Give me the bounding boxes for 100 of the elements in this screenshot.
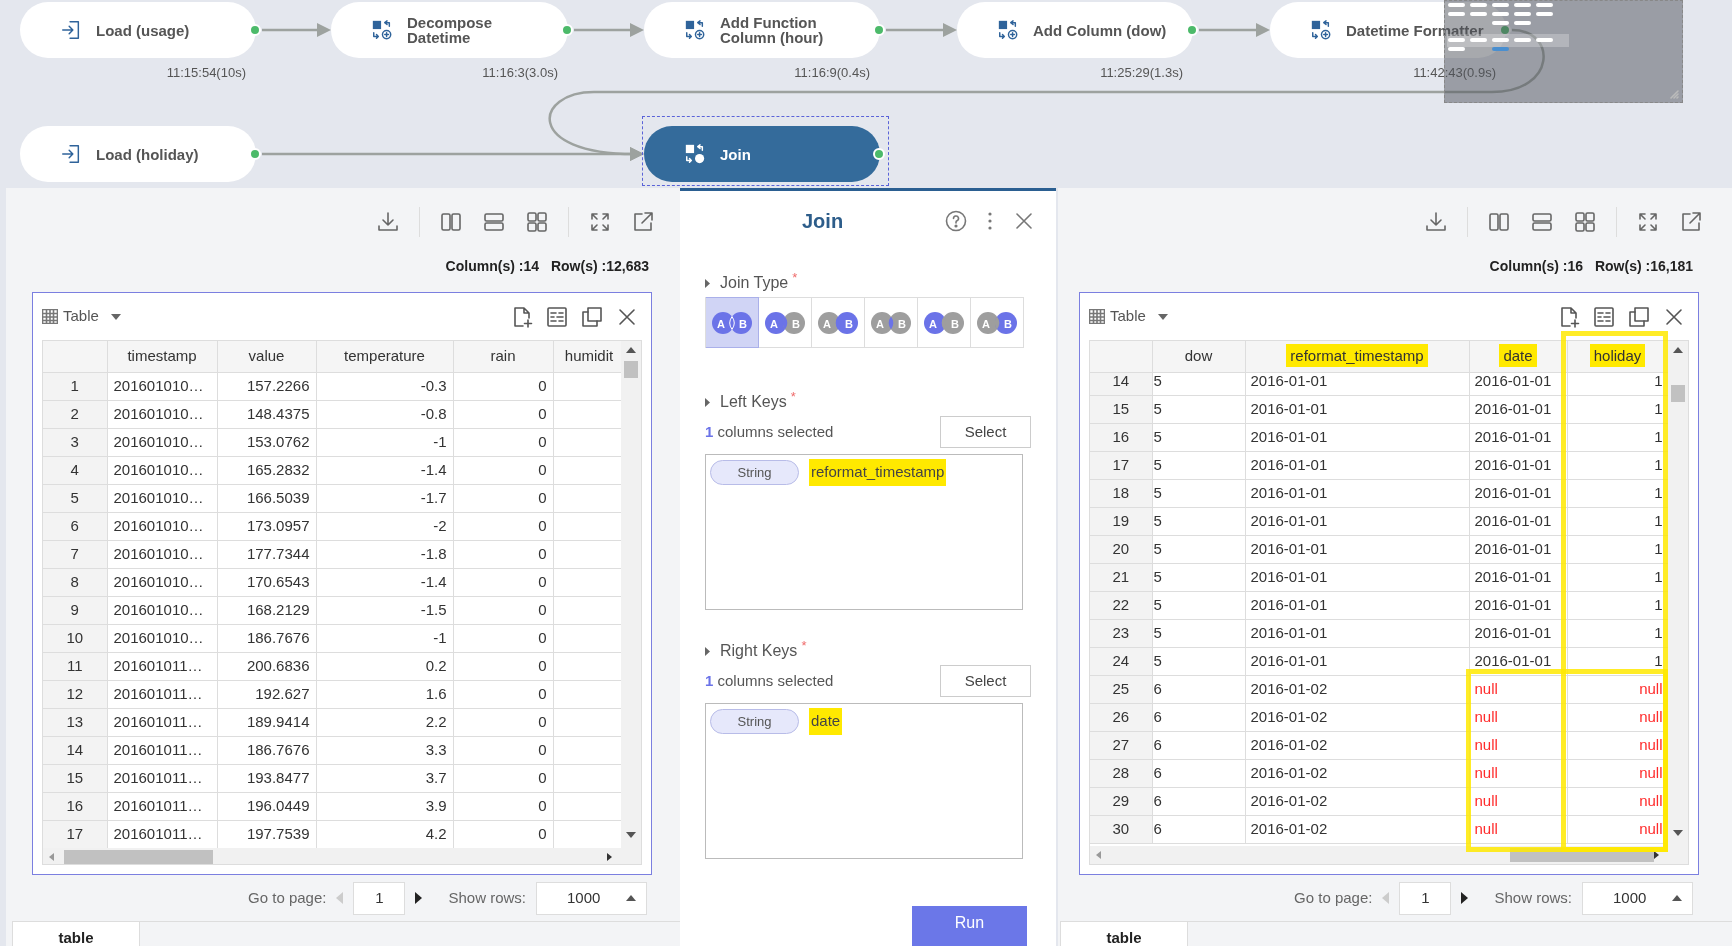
table-cell: 201601011… bbox=[113, 712, 203, 730]
table-cell: 192.627 bbox=[255, 684, 310, 702]
column-count: Column(s) :14 bbox=[445, 257, 539, 276]
row-number: 14 bbox=[66, 740, 84, 758]
table-cell: 2016-01-01 bbox=[1474, 596, 1552, 614]
run-button[interactable]: Run bbox=[912, 906, 1027, 946]
table-cell: 2016-01-01 bbox=[1250, 596, 1328, 614]
grid-layout-icon[interactable] bbox=[1573, 210, 1597, 234]
expand-caret-icon[interactable] bbox=[705, 397, 710, 407]
page-field[interactable]: 1 bbox=[353, 881, 406, 915]
join-type-option[interactable]: A B bbox=[918, 297, 971, 349]
column-header[interactable]: timestamp bbox=[127, 347, 197, 364]
row-number: 23 bbox=[1112, 624, 1130, 642]
view-selector[interactable]: Table bbox=[1110, 305, 1168, 328]
row-number: 27 bbox=[1112, 736, 1130, 754]
next-page-icon[interactable] bbox=[415, 892, 423, 904]
table-cell: null bbox=[1474, 792, 1498, 810]
row-number: 15 bbox=[66, 768, 84, 786]
table-cell: 2016-01-01 bbox=[1474, 400, 1552, 418]
transform-icon bbox=[1310, 19, 1332, 41]
popout-icon[interactable] bbox=[1679, 210, 1703, 234]
type-chip: String bbox=[710, 708, 799, 734]
split-columns-icon[interactable] bbox=[439, 210, 463, 234]
join-type-option[interactable]: A B bbox=[971, 297, 1024, 349]
help-icon[interactable] bbox=[944, 209, 968, 234]
row-number: 9 bbox=[70, 600, 79, 618]
expand-icon[interactable] bbox=[1636, 210, 1660, 234]
table-cell: 148.4375 bbox=[246, 404, 310, 422]
table-cell: 4.2 bbox=[425, 824, 447, 842]
run-time: 11:16:9(0.4s) bbox=[794, 65, 870, 80]
join-type-option[interactable]: A B bbox=[706, 297, 759, 349]
table-cell: 201601011… bbox=[113, 768, 203, 786]
join-type-option[interactable]: A B bbox=[812, 297, 865, 349]
column-header[interactable]: date bbox=[1499, 344, 1537, 367]
rows-select[interactable]: 1000 bbox=[536, 881, 647, 915]
table-cell: 0 bbox=[538, 488, 547, 506]
select-button[interactable]: Select bbox=[940, 416, 1031, 449]
table-cell: 201601010… bbox=[113, 516, 204, 534]
page-field[interactable]: 1 bbox=[1399, 881, 1452, 915]
horizontal-scrollbar[interactable] bbox=[1090, 846, 1688, 864]
section-label: Right Keys bbox=[720, 641, 798, 662]
column-header[interactable]: value bbox=[248, 347, 285, 364]
table-cell: 0.2 bbox=[425, 656, 447, 674]
table-cell: 193.8477 bbox=[246, 768, 310, 786]
expand-caret-icon[interactable] bbox=[705, 646, 710, 656]
flow-node[interactable]: Join bbox=[644, 126, 880, 182]
flow-node[interactable]: Load (holiday) bbox=[20, 126, 256, 182]
copy-icon[interactable] bbox=[1627, 304, 1651, 329]
table-cell: 1 bbox=[1654, 512, 1663, 530]
join-type-option[interactable]: A B bbox=[759, 297, 812, 349]
flow-node[interactable]: Load (usage) bbox=[20, 2, 256, 58]
form-icon[interactable] bbox=[1592, 304, 1616, 329]
table-cell: 6 bbox=[1153, 820, 1162, 838]
column-header[interactable]: humidit bbox=[564, 347, 614, 364]
table-cell: 2.2 bbox=[425, 712, 447, 730]
row-number: 2 bbox=[70, 404, 79, 422]
flow-node[interactable]: Add Column (dow) bbox=[957, 2, 1193, 58]
row-number: 16 bbox=[1112, 428, 1130, 446]
column-header[interactable]: reformat_timestamp bbox=[1286, 344, 1428, 367]
vertical-scrollbar[interactable] bbox=[621, 341, 641, 848]
table-cell: 197.7539 bbox=[246, 824, 310, 842]
row-number: 24 bbox=[1112, 652, 1130, 670]
flow-node[interactable]: Add Function Column (hour) bbox=[644, 2, 880, 58]
flow-node[interactable]: Decompose Datetime bbox=[331, 2, 568, 58]
next-page-icon[interactable] bbox=[1461, 892, 1469, 904]
expand-icon[interactable] bbox=[588, 210, 612, 234]
grid-layout-icon[interactable] bbox=[525, 210, 549, 234]
column-header[interactable]: rain bbox=[490, 347, 516, 364]
table-cell: 157.2266 bbox=[246, 376, 310, 394]
select-button[interactable]: Select bbox=[940, 665, 1031, 698]
split-columns-icon[interactable] bbox=[1487, 210, 1511, 234]
form-icon[interactable] bbox=[545, 304, 569, 329]
column-header[interactable]: temperature bbox=[344, 347, 425, 364]
expand-caret-icon[interactable] bbox=[705, 278, 710, 288]
key-name: date bbox=[809, 708, 843, 735]
view-selector[interactable]: Table bbox=[63, 305, 121, 328]
row-number: 19 bbox=[1112, 512, 1130, 530]
split-rows-icon[interactable] bbox=[1530, 210, 1554, 234]
table-cell: 0 bbox=[538, 824, 547, 842]
copy-icon[interactable] bbox=[580, 304, 604, 329]
table-cell: null bbox=[1474, 820, 1498, 838]
bottom-tab[interactable]: table bbox=[1060, 921, 1188, 946]
table-cell: -0.3 bbox=[420, 376, 447, 394]
required-mark: * bbox=[801, 637, 807, 656]
table-cell: 201601010… bbox=[113, 544, 204, 562]
vertical-scrollbar[interactable] bbox=[1668, 341, 1688, 847]
table-cell: 2016-01-01 bbox=[1474, 484, 1552, 502]
table-cell: null bbox=[1474, 680, 1498, 698]
split-rows-icon[interactable] bbox=[482, 210, 506, 234]
column-header[interactable]: holiday bbox=[1589, 344, 1646, 367]
run-time: 11:16:3(3.0s) bbox=[482, 65, 558, 80]
row-number: 26 bbox=[1112, 708, 1130, 726]
rows-select[interactable]: 1000 bbox=[1582, 881, 1693, 915]
horizontal-scrollbar[interactable] bbox=[43, 848, 641, 864]
popout-icon[interactable] bbox=[631, 210, 655, 234]
table-cell: 0 bbox=[538, 768, 547, 786]
download-icon[interactable] bbox=[1424, 210, 1448, 234]
bottom-tab[interactable]: table bbox=[12, 921, 140, 946]
column-header[interactable]: dow bbox=[1180, 344, 1217, 367]
download-icon[interactable] bbox=[376, 210, 400, 234]
